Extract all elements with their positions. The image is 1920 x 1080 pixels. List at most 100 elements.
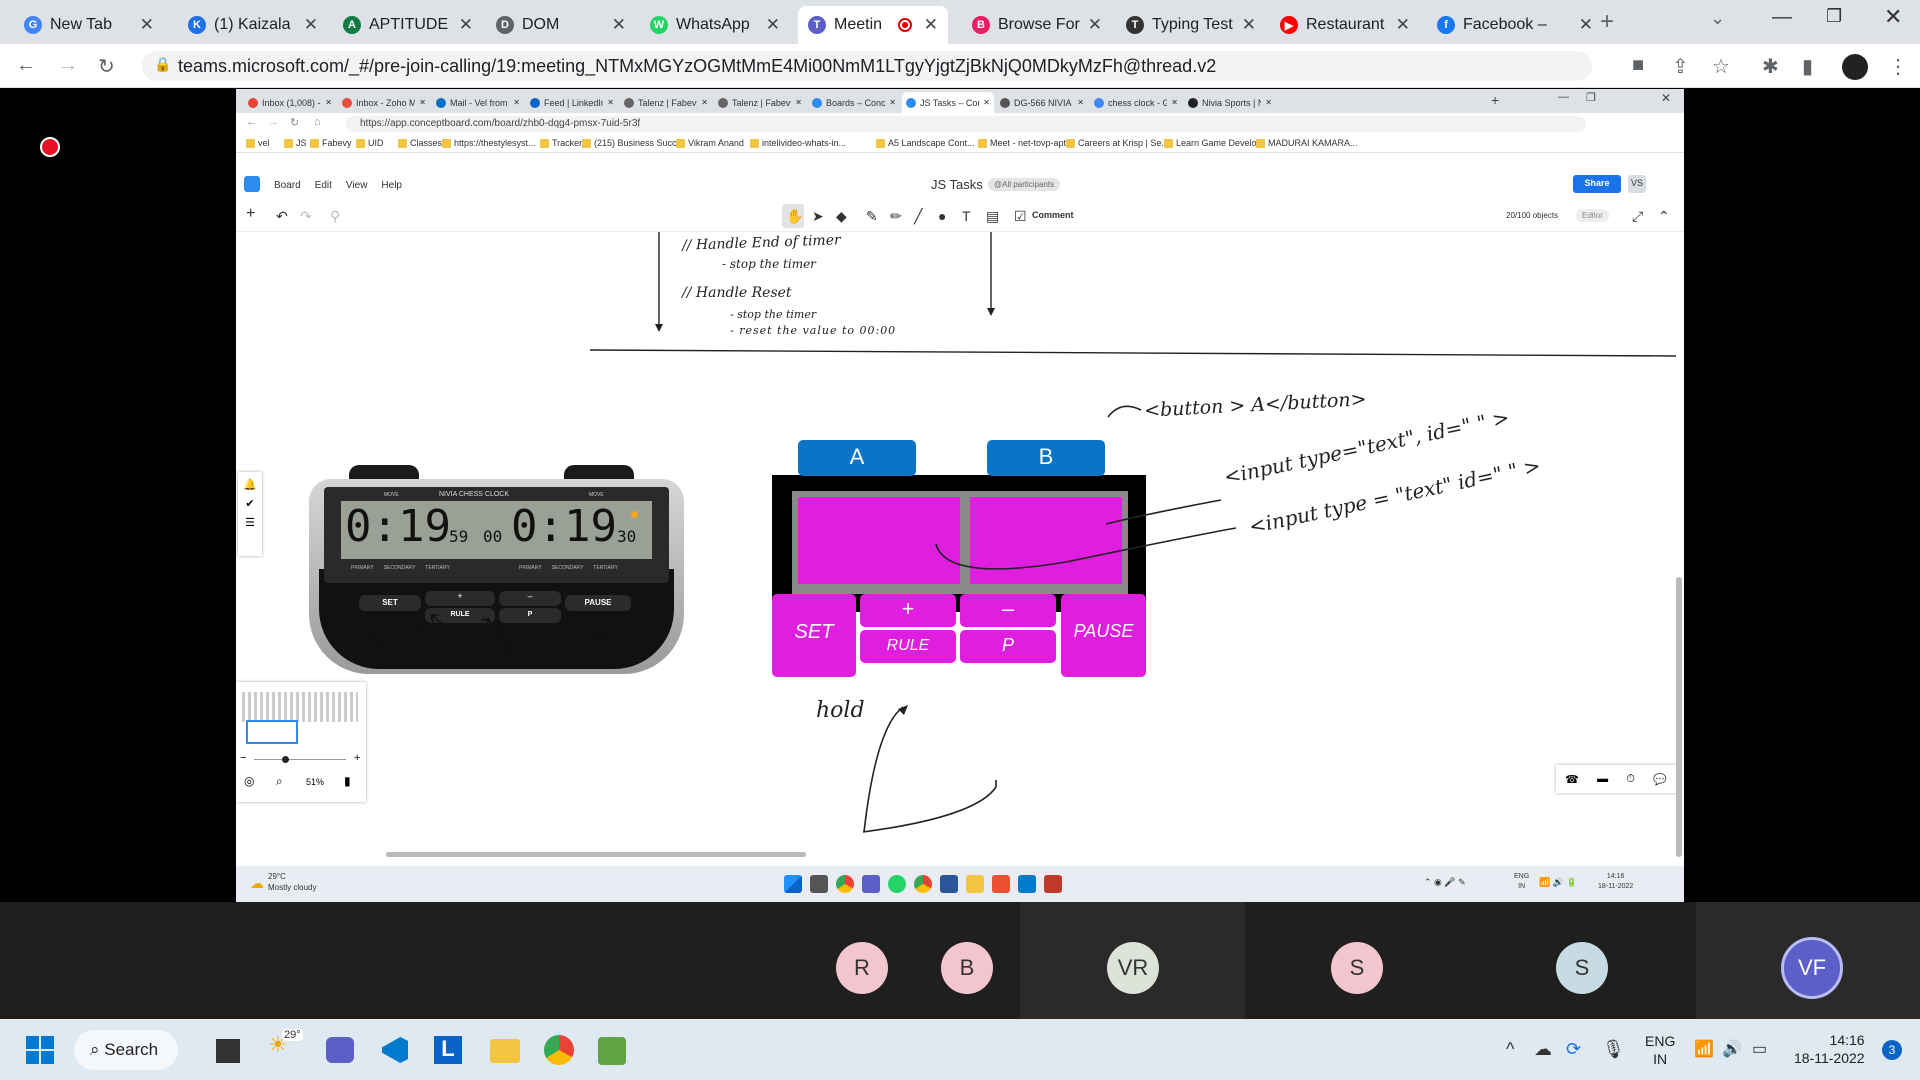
minus-button[interactable]: – <box>960 594 1056 627</box>
bookmark-item[interactable]: A5 Landscape Cont... <box>876 138 975 148</box>
inner-close-tab-icon[interactable]: ✕ <box>1265 98 1272 107</box>
participant-avatar[interactable]: R <box>836 942 888 994</box>
comment-icon[interactable]: ☑ <box>1014 208 1027 225</box>
menu-board[interactable]: Board <box>274 180 301 191</box>
text-tool-icon[interactable]: T <box>962 208 971 224</box>
inner-tray-icons[interactable]: ⌃ ◉ 🎤 ✎ <box>1424 877 1466 888</box>
outer-tab[interactable]: B Browse For ✕ <box>962 6 1112 44</box>
select-tool-icon[interactable]: ➤ <box>812 208 824 225</box>
inner-minimize-icon[interactable]: — <box>1558 91 1569 103</box>
bookmark-item[interactable]: JS <box>284 138 307 148</box>
outer-tab[interactable]: A APTITUDE ✕ <box>333 6 483 44</box>
close-tab-icon[interactable]: ✕ <box>612 15 626 35</box>
inner-tab[interactable]: Talenz | Fabevy ✕ <box>620 92 712 113</box>
call-icon[interactable]: ☎ <box>1565 773 1579 786</box>
zoom-slider-handle[interactable] <box>282 756 289 763</box>
inner-tab[interactable]: chess clock - G ✕ <box>1090 92 1182 113</box>
task-view-icon[interactable] <box>216 1039 240 1063</box>
pause-button[interactable]: PAUSE <box>1061 594 1146 677</box>
close-tab-icon[interactable]: ✕ <box>304 15 318 35</box>
inner-url-input[interactable]: https://app.conceptboard.com/board/zhb0-… <box>346 116 1586 132</box>
inner-tab[interactable]: Nivia Sports | N ✕ <box>1184 92 1276 113</box>
file-explorer-icon[interactable] <box>490 1039 520 1063</box>
notification-bell-icon[interactable]: 🔔 <box>238 472 262 491</box>
minimize-icon[interactable]: — <box>1772 6 1792 29</box>
extensions-icon[interactable]: ✱ <box>1762 54 1779 79</box>
close-tab-icon[interactable]: ✕ <box>1242 15 1256 35</box>
collapse-icon[interactable]: ⌃ <box>1658 208 1670 225</box>
inner-close-tab-icon[interactable]: ✕ <box>701 98 708 107</box>
bookmark-item[interactable]: vel <box>246 138 270 148</box>
tab-search-icon[interactable]: ⌄ <box>1710 8 1725 29</box>
new-tab-button[interactable]: + <box>1600 8 1614 36</box>
format-painter-icon[interactable]: ⚲ <box>330 208 340 225</box>
redo-icon[interactable]: ↷ <box>300 208 312 225</box>
line-tool-icon[interactable]: ╱ <box>914 208 922 225</box>
menu-icon[interactable]: ⋮ <box>1888 54 1908 79</box>
add-icon[interactable]: + <box>246 205 255 223</box>
compass-icon[interactable]: ◎ <box>244 774 254 788</box>
outer-tab[interactable]: G New Tab ✕ <box>14 6 164 44</box>
outer-tab[interactable]: D DOM ✕ <box>486 6 636 44</box>
inner-vscode-icon[interactable] <box>1018 875 1036 893</box>
button-b[interactable]: B <box>987 440 1105 476</box>
mouse-icon[interactable]: ▮ <box>344 774 351 788</box>
hand-tool-icon[interactable]: ✋ <box>786 208 803 225</box>
zoom-in-icon[interactable]: + <box>354 752 360 764</box>
teams-chat-icon[interactable] <box>326 1037 354 1063</box>
close-tab-icon[interactable]: ✕ <box>459 15 473 35</box>
inner-tab[interactable]: Boards – Conce ✕ <box>808 92 900 113</box>
inner-filezilla-icon[interactable] <box>1044 875 1062 893</box>
inner-reload-icon[interactable]: ↻ <box>290 116 299 129</box>
sync-icon[interactable]: ⟳ <box>1566 1039 1581 1060</box>
battery-icon[interactable]: ▭ <box>1752 1039 1767 1059</box>
list-icon[interactable]: ☰ <box>238 510 262 529</box>
bookmark-item[interactable]: Fabevy <box>310 138 352 148</box>
zoom-out-icon[interactable]: − <box>240 752 246 764</box>
forward-icon[interactable]: → <box>58 54 78 77</box>
timer-icon[interactable]: ⏱ <box>1626 773 1635 786</box>
inner-chrome-icon-2[interactable] <box>914 875 932 893</box>
button-a[interactable]: A <box>798 440 916 476</box>
zoom-slider-track[interactable] <box>254 759 346 760</box>
bookmark-item[interactable]: intelivideo-whats-in... <box>750 138 846 148</box>
inner-tab[interactable]: JS Tasks – Conc ✕ <box>902 92 994 113</box>
participant-avatar[interactable]: S <box>1556 942 1608 994</box>
undo-icon[interactable]: ↶ <box>276 208 288 225</box>
bookmark-item[interactable]: Learn Game Develo... <box>1164 138 1264 148</box>
inner-close-tab-icon[interactable]: ✕ <box>889 98 896 107</box>
bookmark-item[interactable]: Meet - net-tovp-apt <box>978 138 1066 148</box>
participants-badge[interactable]: @All participants <box>988 178 1061 191</box>
participant-avatar[interactable]: VR <box>1107 942 1159 994</box>
share-icon[interactable]: ⇪ <box>1672 54 1689 79</box>
vertical-scrollbar[interactable] <box>1676 577 1682 857</box>
weather-widget[interactable]: ☀ 29° <box>268 1029 303 1062</box>
zoom-search-icon[interactable]: ⌕ <box>276 774 283 789</box>
close-tab-icon[interactable]: ✕ <box>1396 15 1410 35</box>
profile-avatar[interactable] <box>1842 54 1868 80</box>
p-button[interactable]: P <box>960 630 1056 663</box>
close-tab-icon[interactable]: ✕ <box>766 15 780 35</box>
snipping-tool-icon[interactable] <box>598 1037 626 1065</box>
inner-git-icon[interactable] <box>992 875 1010 893</box>
taskbar-time[interactable]: 14:16 <box>1794 1031 1865 1049</box>
inner-close-tab-icon[interactable]: ✕ <box>1171 98 1178 107</box>
inner-teams-icon[interactable] <box>862 875 880 893</box>
inner-close-tab-icon[interactable]: ✕ <box>513 98 520 107</box>
sticky-note-icon[interactable]: ▤ <box>986 208 999 225</box>
bookmark-item[interactable]: (215) Business Succ... <box>582 138 684 148</box>
outer-tab[interactable]: f Facebook – ✕ <box>1427 6 1603 44</box>
inner-sys-icons[interactable]: 📶 🔊 🔋 <box>1539 877 1578 888</box>
minimap-preview[interactable] <box>242 692 358 722</box>
chat-icon[interactable]: 💬 <box>1653 773 1667 786</box>
bookmark-item[interactable]: Vikram Anand <box>676 138 744 148</box>
inner-close-tab-icon[interactable]: ✕ <box>795 98 802 107</box>
pen-tool-icon[interactable]: ✎ <box>866 208 878 225</box>
marker-tool-icon[interactable]: ✏ <box>890 208 902 225</box>
comment-button[interactable]: Comment <box>1032 210 1074 220</box>
participant-avatar[interactable]: B <box>941 942 993 994</box>
volume-icon[interactable]: 🔊 <box>1722 1039 1742 1059</box>
inner-close-tab-icon[interactable]: ✕ <box>1077 98 1084 107</box>
inner-tab[interactable]: Mail - Vel from ✕ <box>432 92 524 113</box>
inner-tab[interactable]: Talenz | Fabevy ✕ <box>714 92 806 113</box>
